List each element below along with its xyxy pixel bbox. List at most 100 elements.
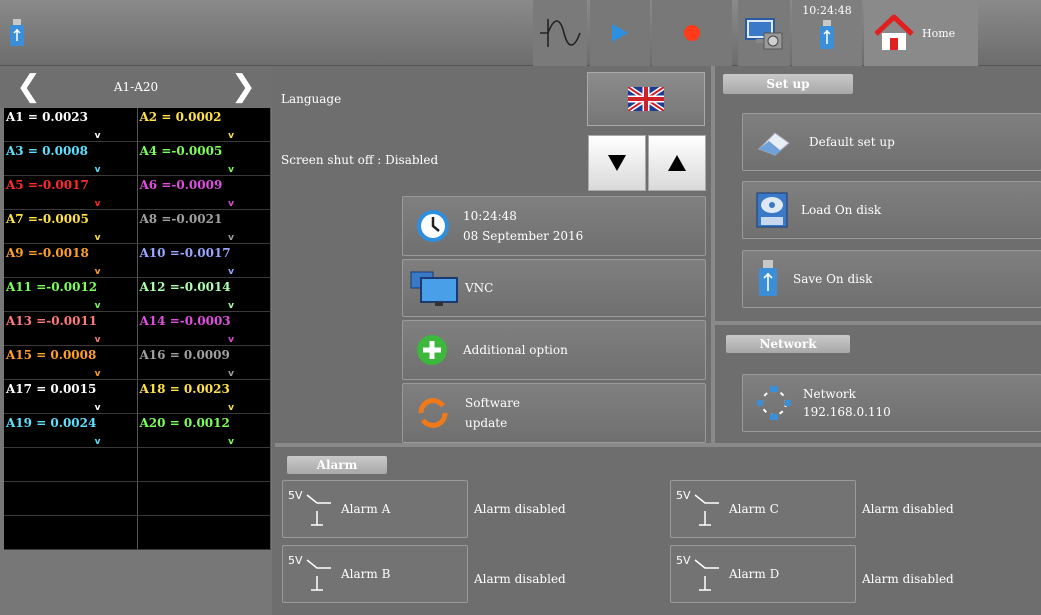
channel-down-marker: v — [94, 335, 101, 345]
channel-down-marker: v — [94, 437, 101, 447]
channel-value: A5 =-0.0017 — [6, 178, 89, 192]
channel-down-marker: v — [228, 131, 234, 141]
datetime-date: 08 September 2016 — [463, 229, 584, 243]
channel-value: A8 =-0.0021 — [139, 212, 223, 226]
language-button[interactable] — [587, 72, 705, 126]
channel-down-marker: v — [94, 199, 101, 209]
decrease-button[interactable] — [588, 135, 646, 191]
default-setup-label: Default set up — [809, 135, 895, 149]
load-on-disk-label: Load On disk — [801, 203, 882, 217]
datetime-button[interactable]: 10:24:48 08 September 2016 — [402, 196, 706, 256]
relay-switch-icon: 5V — [288, 489, 331, 526]
usb-status[interactable] — [2, 0, 32, 66]
software-update-button[interactable]: Software update — [402, 383, 706, 443]
usb-stick-icon — [10, 19, 24, 46]
channel-cell[interactable]: A12 =-0.0014 v — [137, 278, 271, 312]
relay-switch-icon: 5V — [288, 554, 331, 591]
network-ip: 192.168.0.110 — [803, 405, 891, 419]
relay-switch-icon: 5V — [676, 489, 719, 526]
language-label: Language — [281, 92, 342, 106]
datetime-time: 10:24:48 — [463, 209, 517, 223]
monitor-disk-icon — [745, 18, 783, 50]
channel-cell[interactable]: A1 = 0.0023 v — [4, 108, 138, 142]
channel-cell[interactable]: A16 = 0.0009 v — [137, 346, 271, 380]
alarm-b-button[interactable]: 5V Alarm B — [282, 545, 468, 603]
channel-group-title: A1-A20 — [113, 80, 159, 94]
increase-button[interactable] — [648, 135, 706, 191]
alarm-c-button[interactable]: 5V Alarm C — [670, 480, 856, 538]
remote-display-button[interactable] — [738, 0, 790, 66]
channel-cell[interactable]: A13 =-0.0011 v — [4, 312, 138, 346]
home-button[interactable]: Home — [864, 0, 978, 66]
alarm-d-button[interactable]: 5V Alarm D — [670, 545, 856, 603]
channel-down-marker: v — [228, 267, 234, 277]
channel-value: A1 = 0.0023 — [6, 110, 88, 124]
channel-value: A2 = 0.0002 — [139, 110, 222, 124]
channel-cell[interactable]: A15 = 0.0008 v — [4, 346, 138, 380]
network-button[interactable]: Network 192.168.0.110 — [742, 374, 1041, 432]
network-title: Network — [803, 387, 856, 401]
load-on-disk-button[interactable]: Load On disk — [742, 181, 1041, 239]
channel-cell[interactable]: A20 = 0.0012 v — [137, 414, 271, 448]
save-on-disk-button[interactable]: Save On disk — [742, 250, 1041, 308]
top-bar: 10:24:48 Home — [0, 0, 1041, 66]
record-button[interactable] — [652, 0, 732, 66]
chevron-left-icon[interactable]: ❮ — [16, 72, 41, 102]
empty-cell — [4, 448, 138, 482]
channel-value: A6 =-0.0009 — [139, 178, 223, 192]
channel-cell[interactable]: A5 =-0.0017 v — [4, 176, 138, 210]
empty-cell — [137, 516, 271, 550]
channel-grid: A1 = 0.0023 v A2 = 0.0002 v A3 = 0.0008 v A4 =… — [4, 108, 271, 550]
channel-cell[interactable]: A8 =-0.0021 v — [137, 210, 271, 244]
vnc-button[interactable]: VNC — [402, 259, 706, 317]
channel-down-marker: v — [94, 369, 101, 379]
channel-down-marker: v — [94, 267, 101, 277]
waveform-button[interactable] — [533, 0, 587, 66]
empty-cell — [4, 482, 138, 516]
channel-cell[interactable]: A9 =-0.0018 v — [4, 244, 138, 278]
software-update-line1: Software — [465, 396, 520, 410]
triangle-down-icon — [608, 155, 626, 171]
channel-down-marker: v — [228, 403, 234, 413]
channel-down-marker: v — [94, 131, 101, 141]
channel-cell[interactable]: A3 = 0.0008 v — [4, 142, 138, 176]
eraser-icon — [758, 132, 790, 156]
channel-cell[interactable]: A7 =-0.0005 v — [4, 210, 138, 244]
alarm-d-status: Alarm disabled — [862, 572, 954, 586]
channel-cell[interactable]: A6 =-0.0009 v — [137, 176, 271, 210]
channel-cell[interactable]: A11 =-0.0012 v — [4, 278, 138, 312]
empty-cell — [4, 516, 138, 550]
channel-down-marker: v — [94, 233, 101, 243]
channel-cell[interactable]: A18 = 0.0023 v — [137, 380, 271, 414]
default-setup-button[interactable]: Default set up — [742, 113, 1041, 171]
channel-value: A16 = 0.0009 — [139, 348, 230, 362]
usb-stick-icon — [820, 20, 834, 49]
plus-circle-icon — [417, 335, 447, 365]
home-icon — [874, 14, 914, 50]
alarm-c-name: Alarm C — [729, 502, 779, 516]
play-button[interactable] — [590, 0, 650, 66]
clock-time: 10:24:48 — [802, 4, 852, 17]
channel-cell[interactable]: A14 =-0.0003 v — [137, 312, 271, 346]
channel-value: A7 =-0.0005 — [6, 212, 89, 226]
channel-down-marker: v — [94, 165, 101, 175]
monitors-icon — [410, 271, 458, 306]
channel-value: A15 = 0.0008 — [6, 348, 97, 362]
channel-cell[interactable]: A2 = 0.0002 v — [137, 108, 271, 142]
chevron-right-icon[interactable]: ❯ — [231, 72, 256, 102]
supply-label: 5V — [676, 554, 691, 567]
channel-cell[interactable]: A19 = 0.0024 v — [4, 414, 138, 448]
setup-network-divider — [711, 321, 1041, 325]
channel-cell[interactable]: A17 = 0.0015 v — [4, 380, 138, 414]
additional-option-label: Additional option — [463, 343, 568, 357]
channel-down-marker: v — [228, 199, 234, 209]
channel-cell[interactable]: A4 =-0.0005 v — [137, 142, 271, 176]
alarm-a-button[interactable]: 5V Alarm A — [282, 480, 468, 538]
channel-down-marker: v — [228, 335, 234, 345]
channel-down-marker: v — [228, 369, 234, 379]
additional-option-button[interactable]: Additional option — [402, 320, 706, 380]
home-label: Home — [922, 26, 956, 40]
channel-cell[interactable]: A10 =-0.0017 v — [137, 244, 271, 278]
channel-value: A20 = 0.0012 — [139, 416, 230, 430]
clock-usb-status[interactable]: 10:24:48 — [792, 0, 862, 66]
